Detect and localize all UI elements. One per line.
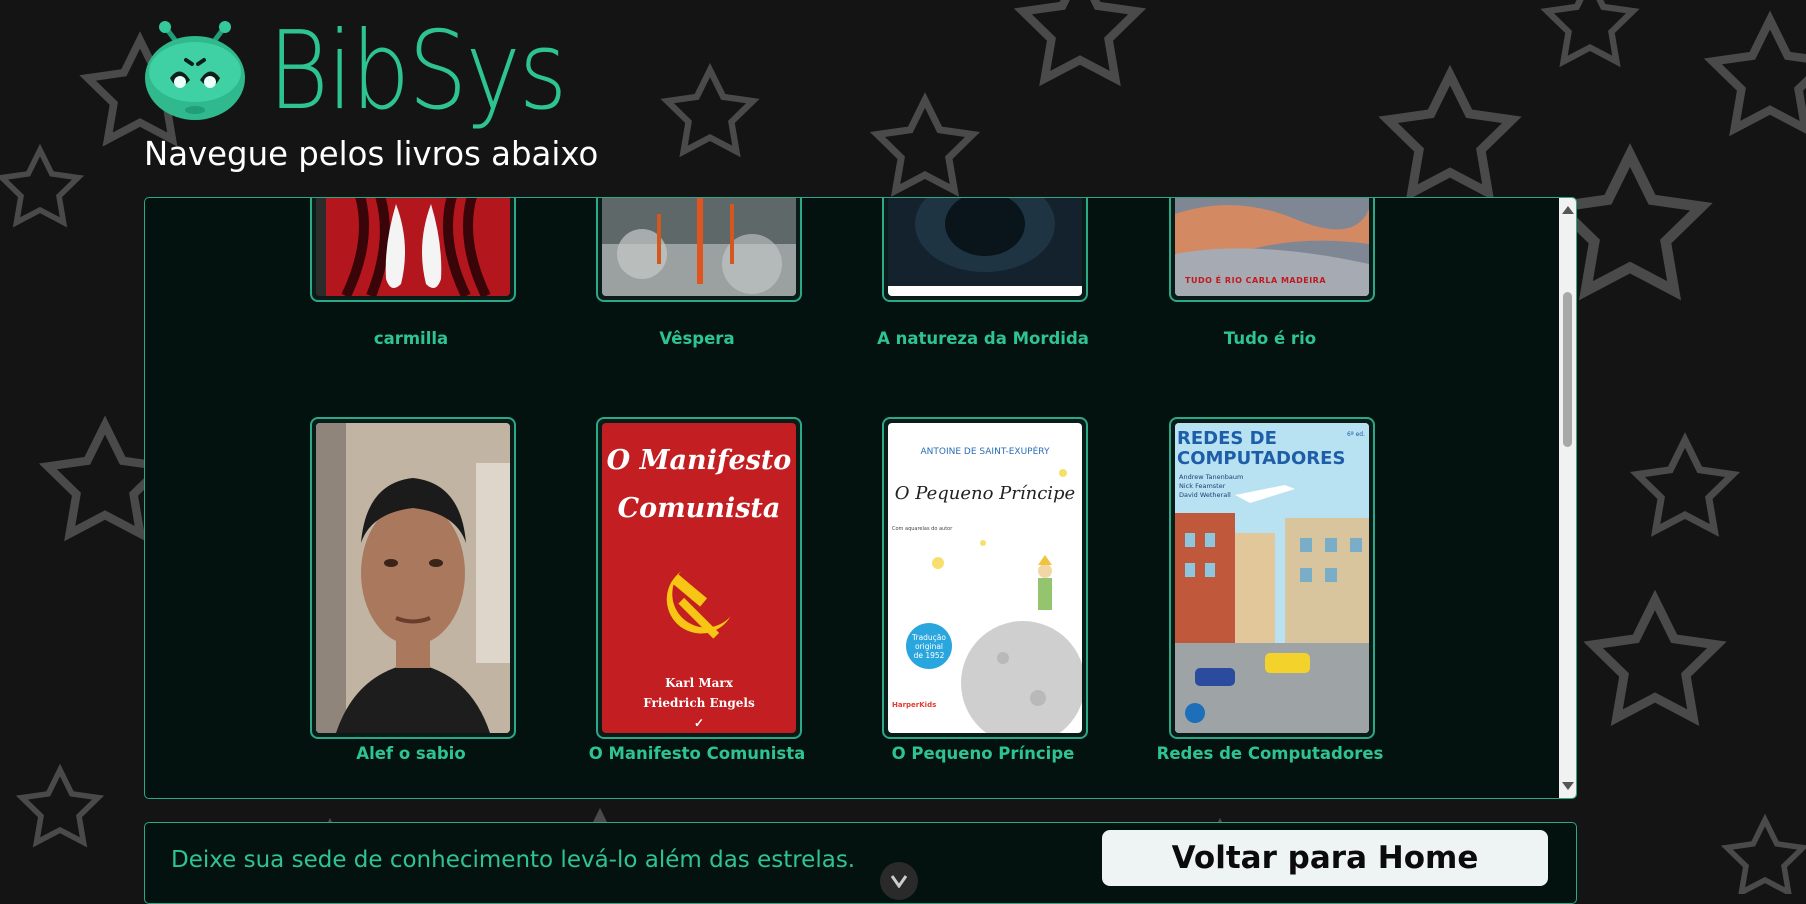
- cover-illustration: [316, 198, 510, 296]
- hammer-sickle-icon: [666, 571, 731, 639]
- cover-title-line: O Manifesto: [606, 445, 792, 476]
- cover-author: Nick Feamster: [1179, 482, 1226, 490]
- header: BibSys: [140, 18, 614, 126]
- cover-authors: Andrew Tanenbaum Nick Feamster David Wet…: [1179, 473, 1243, 500]
- book-title[interactable]: A natureza da Mordida: [863, 328, 1103, 350]
- home-button[interactable]: Voltar para Home: [1102, 830, 1548, 886]
- book-list-panel[interactable]: carmilla Vêspera A natureza da Mordida T…: [144, 197, 1577, 799]
- scrollbar[interactable]: [1559, 198, 1576, 798]
- translation-badge: Tradução original de 1952: [906, 623, 952, 669]
- cover-illustration: [932, 469, 1082, 733]
- cover-author: Friedrich Engels: [643, 696, 755, 710]
- brand-name: BibSys: [268, 9, 567, 134]
- cover-title-line: COMPUTADORES: [1177, 448, 1346, 469]
- logo[interactable]: BibSys: [140, 18, 614, 126]
- badge-line: original: [914, 641, 944, 651]
- cover-title: REDES DE COMPUTADORES: [1177, 429, 1345, 469]
- cover-art: O Manifesto Comunista Karl Marx Friedric…: [602, 423, 796, 733]
- scroll-down-arrow-icon[interactable]: [1562, 782, 1574, 790]
- cover-art: [316, 198, 510, 296]
- book-cover[interactable]: [310, 417, 516, 739]
- cover-photo: [316, 423, 510, 733]
- cover-illustration: [602, 198, 796, 296]
- book-title[interactable]: Tudo é rio: [1150, 328, 1390, 350]
- cover-edition: 6ª ed.: [1347, 431, 1365, 438]
- cover-text: TUDO É RIO CARLA MADEIRA: [1185, 276, 1327, 285]
- cover-illustration: [1175, 423, 1369, 733]
- alien-mascot-icon: [145, 20, 245, 120]
- cover-author: Andrew Tanenbaum: [1179, 473, 1244, 481]
- cover-art: [602, 198, 796, 296]
- cover-title: O Manifesto Comunista: [602, 437, 796, 533]
- book-cover[interactable]: [882, 198, 1088, 302]
- footer: Deixe sua sede de conhecimento levá-lo a…: [144, 822, 1577, 904]
- check-icon: ✓: [693, 716, 705, 730]
- page-subtitle: Navegue pelos livros abaixo: [144, 134, 599, 173]
- book-cover[interactable]: TUDO É RIO CARLA MADEIRA: [1169, 198, 1375, 302]
- cover-art: [888, 198, 1082, 296]
- cover-illustration: [888, 198, 1082, 296]
- badge-line: Tradução: [912, 632, 946, 642]
- book-cover[interactable]: [596, 198, 802, 302]
- scroll-down-button[interactable]: [880, 862, 918, 900]
- chevron-down-icon: [890, 875, 908, 888]
- scroll-up-arrow-icon[interactable]: [1562, 206, 1574, 214]
- book-title[interactable]: Vêspera: [577, 328, 817, 350]
- cover-art: REDES DE COMPUTADORES 6ª ed. Andrew Tane…: [1175, 423, 1369, 733]
- book-cover[interactable]: O Manifesto Comunista Karl Marx Friedric…: [596, 417, 802, 739]
- cover-author: Karl Marx: [665, 676, 733, 690]
- publisher-logo: HarperKids: [892, 701, 937, 709]
- footer-tagline: Deixe sua sede de conhecimento levá-lo a…: [171, 847, 856, 873]
- book-title[interactable]: Alef o sabio: [291, 743, 531, 765]
- cover-title-line: Comunista: [617, 493, 781, 524]
- cover-title-line: REDES DE: [1177, 428, 1277, 449]
- book-cover[interactable]: [310, 198, 516, 302]
- book-title[interactable]: O Pequeno Príncipe: [863, 743, 1103, 765]
- cover-art: ANTOINE DE SAINT-EXUPÉRY O Pequeno Prínc…: [888, 423, 1082, 733]
- book-cover[interactable]: REDES DE COMPUTADORES 6ª ed. Andrew Tane…: [1169, 417, 1375, 739]
- badge-line: de 1952: [913, 650, 945, 660]
- book-title[interactable]: O Manifesto Comunista: [577, 743, 817, 765]
- person-photo: [316, 423, 510, 733]
- cover-author: David Wetherall: [1179, 491, 1231, 499]
- cover-authors: Karl Marx Friedrich Engels ✓: [602, 673, 796, 733]
- cover-art: TUDO É RIO CARLA MADEIRA: [1175, 198, 1369, 296]
- book-title[interactable]: Redes de Computadores: [1150, 743, 1390, 765]
- book-title[interactable]: carmilla: [291, 328, 531, 350]
- scroll-thumb[interactable]: [1563, 292, 1572, 447]
- book-cover[interactable]: ANTOINE DE SAINT-EXUPÉRY O Pequeno Prínc…: [882, 417, 1088, 739]
